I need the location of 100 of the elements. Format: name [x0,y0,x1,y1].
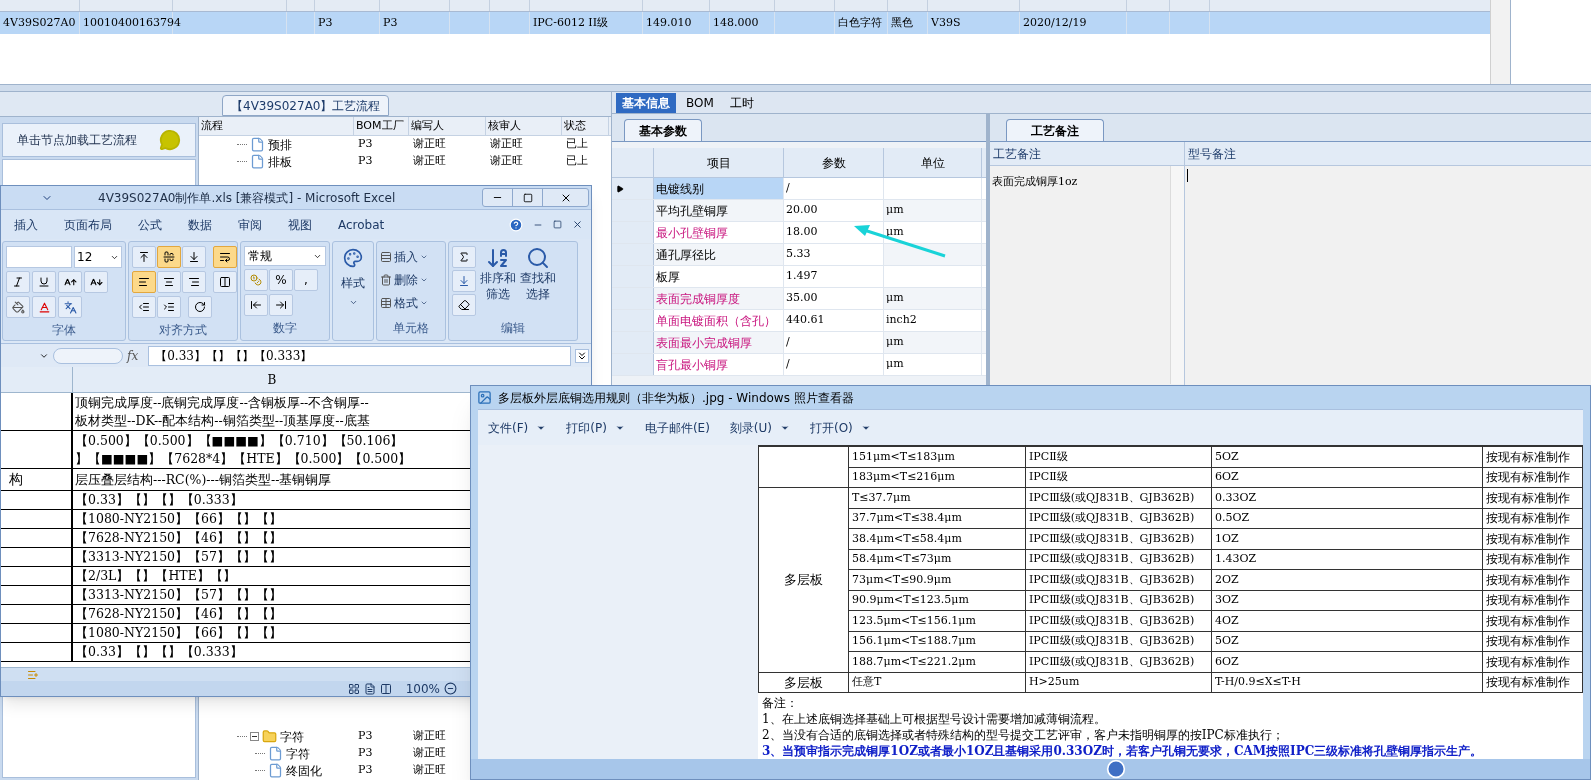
table-cell: T≤37.7μm [848,487,1026,508]
table-cell-text: 顶铜完成厚度--底铜完成厚度--含铜板厚--不含铜厚-- [75,393,370,412]
table-cell: / [784,178,884,199]
panel-title: 【4V39S027A0】工艺流程 [222,95,390,116]
table-cell: P3 [358,729,373,743]
table-cell: 38.4μm<T≤58.4μm [848,528,1026,549]
window-title: 多层板外层底铜选用规则（非华为板）.jpg - Windows 照片查看器 [498,389,854,407]
group-label: 字体 [52,322,76,339]
note-text: 1、在上述底铜选择基础上可根据型号设计需要增加减薄铜流程。 [762,711,1107,727]
table-cell: 123.5μm<T≤156.1μm [848,610,1026,631]
table-cell-text: 【0.33】【】【】【0.333】 [75,491,244,509]
table-cell: 0.33OZ [1211,487,1483,508]
table-cell: 20.00 [784,200,884,221]
table-cell-text: 【0.33】【】【】【0.333】 [75,643,244,661]
table-cell: 已上 [566,137,588,151]
table-cell: / [784,354,884,375]
group-label: 编辑 [501,320,525,337]
table-cell: 谢正旺 [413,154,446,168]
table-cell-text: 【3313-NY2150】【57】【】【】 [75,548,283,566]
table-cell: IPCⅢ级(或QJ831B、GJB362B) [1025,487,1212,508]
table-cell-text: 白色字符 [838,14,882,31]
table-cell: 谢正旺 [490,137,523,151]
table-cell: 4OZ [1211,610,1483,631]
table-cell: 156.1μm<T≤188.7μm [848,631,1026,652]
table-cell: 多层板 [784,572,823,587]
table-cell: P3 [358,763,373,777]
table-cell: 谢正旺 [490,154,523,168]
column-header: 工艺备注 [990,142,1185,165]
group-label: 数字 [273,320,297,337]
table-cell-text: 2020/12/19 [1023,14,1087,31]
table-cell: μm [886,224,904,241]
table-cell-text: 10010400163794 [83,14,181,31]
table-cell-text: IPC-6012 II级 [533,14,609,31]
table-cell: μm [886,290,904,307]
table-cell: 按现有标准制作 [1482,528,1583,549]
table-cell: IPCⅢ级(或QJ831B、GJB362B) [1025,508,1212,529]
table-cell-text: 板材类型--DK--配本结构--铜箔类型--顶基厚度--底基 [75,411,371,430]
table-cell: 5.33 [784,244,884,265]
table-cell: 多层板 [784,674,823,690]
table-cell: 按现有标准制作 [1482,651,1583,672]
table-cell: IPCⅡ级 [1025,446,1212,467]
table-cell: IPCⅢ级(或QJ831B、GJB362B) [1025,590,1212,611]
table-cell: 5OZ [1211,446,1483,467]
table-cell: 5OZ [1211,631,1483,652]
column-header: 流程 [199,117,354,135]
column-header: 参数 [784,148,884,177]
table-cell: P3 [358,154,373,168]
table-cell-text: 【0.500】【0.500】【■■■■】【0.710】【50.106】 [75,431,405,450]
table-cell: 任意T [848,672,1026,693]
note-text: 3、当预审指示完成铜厚1OZ或者最小1OZ且基铜采用0.33OZ时，若客户孔铜无要求，CAM按照IPC三级标准将孔壁铜厚指示生产。 [762,743,1484,759]
table-cell: 151μm<T≤183μm [848,446,1026,467]
table-cell: μm [886,334,904,351]
table-cell: 18.00 [784,222,884,243]
table-cell-text: 148.000 [713,14,759,31]
table-cell: 6OZ [1211,467,1483,488]
table-cell-text: 【1080-NY2150】【66】【】【】 [75,624,283,642]
table-cell: IPCⅢ级(或QJ831B、GJB362B) [1025,528,1212,549]
table-cell-text: P3 [383,14,398,31]
note-text: 2、当没有合适的底铜选择或者特殊结构的型号提交工艺评审，客户未指明铜厚的按IPC标准执行； [762,727,1285,743]
note-text: 表面完成铜厚1oz [992,175,1078,188]
field-value: 常规 [248,248,272,265]
group-label: 单元格 [393,320,429,337]
table-cell: 按现有标准制作 [1482,610,1583,631]
table-cell-text: 构 [9,470,23,489]
table-cell-text: 【7628-NY2150】【46】【】【】 [75,605,283,623]
column-header: 状态 [562,117,609,135]
table-cell-text: 【1080-NY2150】【66】【】【】 [75,510,283,528]
table-cell-text: 【2/3L】【】【HTE】【】 [75,567,237,585]
table-cell: 电镀线别 [654,178,784,199]
table-cell: 按现有标准制作 [1482,549,1583,570]
column-header: 项目 [654,148,784,177]
table-cell-text: V39S [931,14,961,31]
table-cell: P3 [358,137,373,151]
table-cell: 1.43OZ [1211,549,1483,570]
table-cell-text: 层压叠层结构---RC(%)---铜箔类型--基铜铜厚 [75,470,333,489]
table-cell-text: 黑色 [891,14,913,31]
table-cell: 90.9μm<T≤123.5μm [848,590,1026,611]
table-cell-text: 4V39S027A0 [3,14,76,31]
column-header: 型号备注 [1187,145,1237,163]
table-cell: IPCⅢ级(或QJ831B、GJB362B) [1025,631,1212,652]
table-cell: T-H/0.9≤X≤T-H [1211,672,1483,693]
table-cell: 按现有标准制作 [1482,672,1583,693]
table-cell: 183μm<T≤216μm [848,467,1026,488]
table-cell: H>25um [1025,672,1212,693]
column-header: 编写人 [409,117,486,135]
table-cell: 按现有标准制作 [1482,590,1583,611]
table-cell: IPCⅢ级(或QJ831B、GJB362B) [1025,610,1212,631]
column-header: 核审人 [486,117,562,135]
table-cell: μm [886,356,904,373]
note-text: 备注： [762,695,799,711]
table-cell-text: 149.010 [646,14,692,31]
table-cell: 6OZ [1211,651,1483,672]
table-cell: 按现有标准制作 [1482,487,1583,508]
table-cell: 1OZ [1211,528,1483,549]
table-cell: 按现有标准制作 [1482,446,1583,467]
table-cell: / [784,332,884,353]
table-cell-text: 【3313-NY2150】【57】【】【】 [75,586,283,604]
table-cell: 谢正旺 [413,746,446,760]
table-cell: 按现有标准制作 [1482,508,1583,529]
zoom-level: 100% [405,680,440,698]
